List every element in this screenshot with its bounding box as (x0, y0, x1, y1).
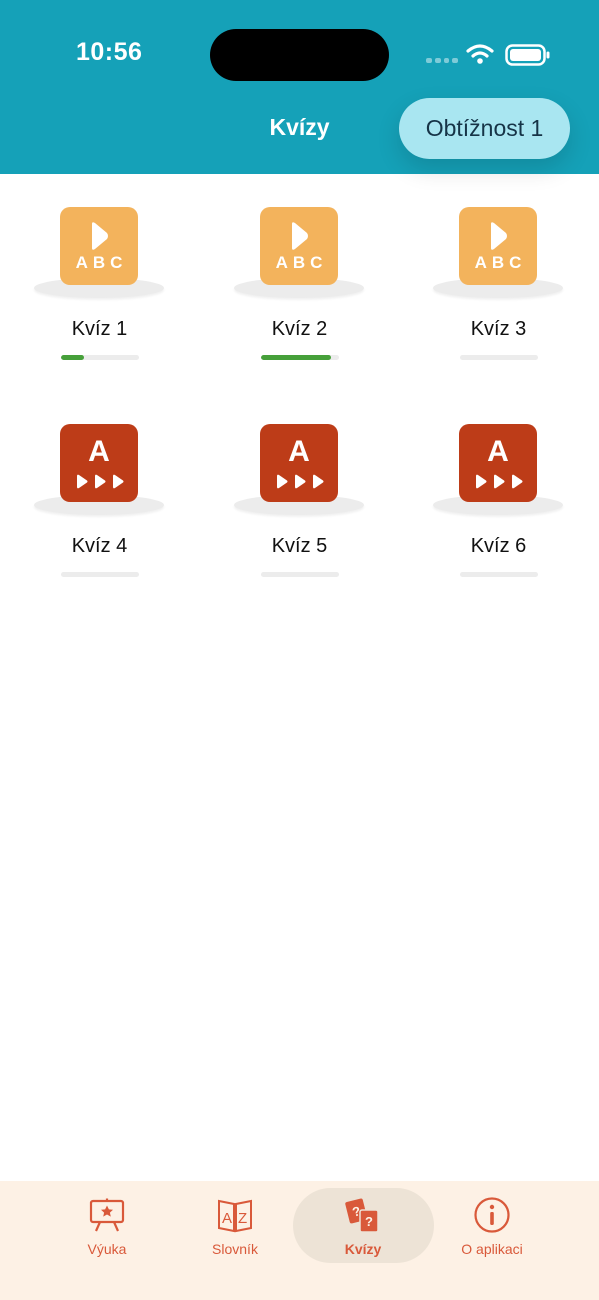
quiz-label: Kvíz 6 (470, 535, 527, 557)
quiz-label: Kvíz 5 (271, 535, 328, 557)
quiz-tile-3[interactable]: ABC Kvíz 3 (399, 174, 598, 360)
quiz-tile-4[interactable]: A Kvíz 4 (0, 391, 199, 577)
a-text: A (487, 435, 509, 468)
a-triangles-icon: A (260, 424, 338, 502)
abc-text: ABC (474, 253, 527, 272)
a-text: A (288, 435, 310, 468)
svg-text:Z: Z (238, 1210, 247, 1227)
tab-label: O aplikaci (461, 1241, 523, 1257)
info-icon (474, 1197, 510, 1233)
quiz-label: Kvíz 4 (71, 535, 128, 557)
question-cards-icon: ? ? (345, 1198, 379, 1233)
quiz-label: Kvíz 1 (71, 318, 128, 340)
svg-text:A: A (222, 1210, 232, 1227)
wifi-icon (466, 44, 494, 64)
a-text: A (88, 435, 110, 468)
quiz-progress (261, 572, 339, 577)
quiz-progress (261, 355, 339, 360)
tab-label: Slovník (212, 1241, 258, 1257)
quiz-progress (460, 572, 538, 577)
quiz-progress-fill (261, 355, 332, 360)
cellular-signal-icon (426, 58, 458, 64)
quiz-tile-5[interactable]: A Kvíz 5 (200, 391, 399, 577)
abc-play-icon: ABC (60, 207, 138, 285)
quiz-label: Kvíz 2 (271, 318, 328, 340)
easel-star-icon (89, 1198, 125, 1232)
abc-text: ABC (275, 253, 328, 272)
quiz-tile-2[interactable]: ABC Kvíz 2 (200, 174, 399, 360)
quiz-label: Kvíz 3 (470, 318, 527, 340)
tab-slovnik[interactable]: A Z Slovník (165, 1181, 305, 1261)
tab-label: Výuka (87, 1241, 127, 1257)
header-bar: 10:56 Kvízy Obtížnost 1 (0, 0, 599, 174)
quiz-progress (460, 355, 538, 360)
svg-text:?: ? (365, 1214, 373, 1229)
quiz-tile-1[interactable]: ABC Kvíz 1 (0, 174, 199, 360)
tab-kvizy[interactable]: ? ? Kvízy (293, 1181, 433, 1261)
quiz-progress (61, 355, 139, 360)
status-time: 10:56 (76, 38, 143, 66)
difficulty-button[interactable]: Obtížnost 1 (399, 98, 570, 159)
abc-play-icon: ABC (459, 207, 537, 285)
tab-o-aplikaci[interactable]: O aplikaci (422, 1181, 562, 1261)
tab-label: Kvízy (344, 1241, 382, 1257)
tab-vyuka[interactable]: Výuka (37, 1181, 177, 1261)
dynamic-island (210, 29, 389, 81)
abc-text: ABC (75, 253, 128, 272)
abc-play-icon: ABC (260, 207, 338, 285)
quiz-progress (61, 572, 139, 577)
a-triangles-icon: A (60, 424, 138, 502)
tab-bar: Výuka A Z Slovník ? ? Kvízy O aplikaci (0, 1181, 599, 1300)
quiz-progress-fill (61, 355, 85, 360)
battery-icon (505, 44, 550, 66)
book-az-icon: A Z (218, 1199, 252, 1233)
a-triangles-icon: A (459, 424, 537, 502)
quiz-tile-6[interactable]: A Kvíz 6 (399, 391, 598, 577)
